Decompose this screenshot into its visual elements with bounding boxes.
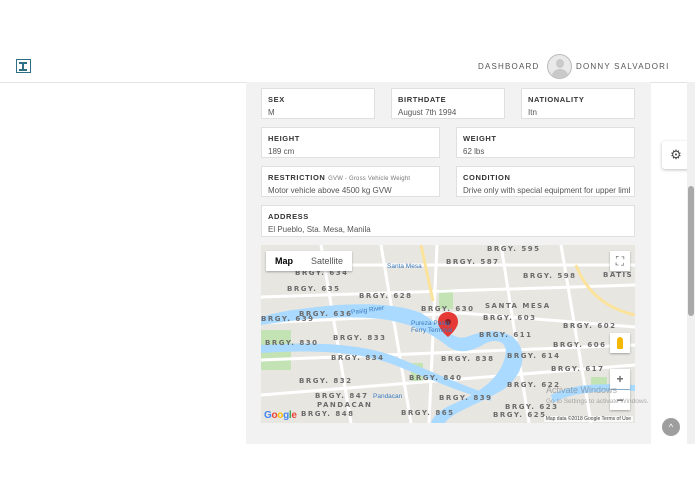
fullscreen-icon[interactable]: ⛶ bbox=[610, 251, 630, 271]
map-label: BRGY. 606 bbox=[553, 341, 607, 349]
map-place-pureza-terminal: Pureza Pasig Ferry Terminal bbox=[411, 320, 453, 334]
google-logo[interactable]: Google bbox=[264, 410, 297, 421]
map-label: BRGY. 830 bbox=[265, 339, 319, 347]
map-label: BRGY. 847 bbox=[315, 392, 369, 400]
map-label: BRGY. 865 bbox=[401, 409, 455, 417]
restriction-value: Motor vehicle above 4500 kg GVW bbox=[268, 186, 392, 195]
map-label: BRGY. 833 bbox=[333, 334, 387, 342]
map-attribution[interactable]: Map data ©2018 Google Terms of Use bbox=[543, 416, 633, 422]
map-tab-map[interactable]: Map bbox=[266, 251, 302, 271]
pegman-figure bbox=[617, 337, 623, 349]
map-label: BRGY. 630 bbox=[421, 305, 475, 313]
restriction-label-text: RESTRICTION bbox=[268, 173, 326, 182]
map-label: BRGY. 834 bbox=[331, 354, 385, 362]
nationality-label: NATIONALITY bbox=[528, 95, 585, 104]
sex-label: SEX bbox=[268, 95, 285, 104]
weight-label: WEIGHT bbox=[463, 134, 497, 143]
height-field: HEIGHT 189 cm bbox=[261, 127, 440, 158]
map-label: BRGY. 832 bbox=[299, 377, 353, 385]
map-label: BRGY. 639 bbox=[261, 315, 315, 323]
activate-windows-subtext: Go to Settings to activate Windows. bbox=[546, 398, 649, 405]
map-label: BRGY. 635 bbox=[287, 285, 341, 293]
map-label: BRGY. 587 bbox=[446, 258, 500, 266]
map-place-santa-mesa: Santa Mesa bbox=[387, 263, 422, 270]
map-label: BRGY. 848 bbox=[301, 410, 355, 418]
google-letter: e bbox=[291, 410, 297, 421]
address-label: ADDRESS bbox=[268, 212, 309, 221]
map-label: BRGY. 598 bbox=[523, 272, 577, 280]
map-label: BRGY. 625 bbox=[493, 411, 547, 419]
user-name-link[interactable]: DONNY SALVADORI bbox=[576, 62, 670, 71]
restriction-label: RESTRICTION GVW - Gross Vehicle Weight bbox=[268, 173, 410, 182]
birthdate-value: August 7th 1994 bbox=[398, 108, 457, 117]
birthdate-label: BIRTHDATE bbox=[398, 95, 447, 104]
map-label: BRGY. 628 bbox=[359, 292, 413, 300]
restriction-sublabel: GVW - Gross Vehicle Weight bbox=[328, 176, 411, 182]
activate-windows-watermark: Activate Windows bbox=[546, 385, 618, 395]
map-label: PANDACAN bbox=[317, 401, 373, 409]
map-label: BRGY. 603 bbox=[483, 314, 537, 322]
map-label: BRGY. 840 bbox=[409, 374, 463, 382]
nationality-value: Itn bbox=[528, 108, 537, 117]
avatar[interactable] bbox=[547, 54, 572, 79]
map-label: BRGY. 838 bbox=[441, 355, 495, 363]
map-label: BRGY. 595 bbox=[487, 245, 541, 253]
map-place-pandacan: Pandacan bbox=[373, 393, 403, 400]
location-map[interactable]: BRGY. 595 BRGY. 587 BRGY. 598 BATIS BRGY… bbox=[261, 245, 635, 423]
sex-value: M bbox=[268, 108, 275, 117]
avatar-head bbox=[556, 59, 564, 68]
map-type-control: Map Satellite bbox=[266, 251, 353, 271]
weight-field: WEIGHT 62 lbs bbox=[456, 127, 635, 158]
map-label: BRGY. 839 bbox=[439, 394, 493, 402]
map-label: SANTA MESA bbox=[485, 302, 551, 310]
street-view-pegman-icon[interactable] bbox=[610, 333, 630, 353]
address-field: ADDRESS El Pueblo, Sta. Mesa, Manila bbox=[261, 205, 635, 237]
weight-value: 62 lbs bbox=[463, 147, 485, 156]
app-logo-icon[interactable] bbox=[16, 59, 31, 73]
height-label: HEIGHT bbox=[268, 134, 300, 143]
scrollbar-thumb[interactable] bbox=[688, 186, 694, 316]
condition-value: Drive only with special equipment for up… bbox=[463, 186, 630, 195]
map-label: BRGY. 602 bbox=[563, 322, 617, 330]
nav-dashboard-link[interactable]: DASHBOARD bbox=[478, 62, 539, 71]
avatar-body bbox=[552, 69, 568, 78]
map-label: BRGY. 611 bbox=[479, 331, 533, 339]
height-value: 189 cm bbox=[268, 147, 295, 156]
map-label: BRGY. 614 bbox=[507, 352, 561, 360]
scroll-to-top-button[interactable]: ^ bbox=[662, 418, 680, 436]
map-label: BRGY. 617 bbox=[551, 365, 605, 373]
gear-icon[interactable]: ⚙ bbox=[662, 141, 690, 169]
condition-field: CONDITION Drive only with special equipm… bbox=[456, 166, 635, 197]
birthdate-field: BIRTHDATE August 7th 1994 bbox=[391, 88, 505, 119]
map-tab-satellite[interactable]: Satellite bbox=[302, 251, 352, 271]
nationality-field: NATIONALITY Itn bbox=[521, 88, 635, 119]
address-value: El Pueblo, Sta. Mesa, Manila bbox=[268, 225, 371, 234]
map-label: BATIS bbox=[603, 271, 634, 279]
condition-label: CONDITION bbox=[463, 173, 511, 182]
sex-field: SEX M bbox=[261, 88, 375, 119]
restriction-field: RESTRICTION GVW - Gross Vehicle Weight M… bbox=[261, 166, 440, 197]
